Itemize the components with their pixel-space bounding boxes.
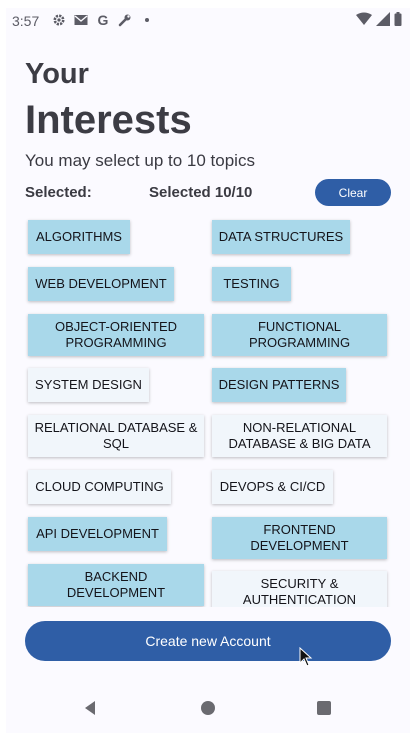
topic-chip[interactable]: API DEVELOPMENT [28, 517, 167, 551]
page-subtitle: You may select up to 10 topics [25, 151, 255, 170]
topic-chip[interactable]: BACKEND DEVELOPMENT [28, 564, 204, 606]
topic-label: NON-RELATIONAL DATABASE & BIG DATA [228, 420, 371, 451]
topic-label: BACKEND DEVELOPMENT [66, 569, 166, 600]
status-time: 3:57 [12, 13, 40, 29]
system-icons [356, 12, 402, 29]
notification-icons: G [51, 11, 155, 29]
back-icon[interactable] [79, 697, 101, 719]
topic-chip[interactable]: SECURITY & AUTHENTICATION [212, 571, 387, 607]
topic-chip[interactable]: DATA STRUCTURES [212, 220, 350, 254]
clear-button[interactable]: Clear [315, 179, 391, 206]
battery-icon [394, 12, 402, 29]
status-bar: 3:57 G [6, 8, 410, 34]
topic-label: FUNCTIONAL PROGRAMMING [248, 319, 351, 350]
navigation-bar [6, 684, 410, 733]
signal-icon [376, 12, 390, 29]
topic-chip[interactable]: NON-RELATIONAL DATABASE & BIG DATA [212, 415, 387, 457]
wifi-icon [356, 12, 372, 29]
selected-count: Selected 10/10 [149, 184, 253, 201]
page-title-line2: Interests [25, 98, 192, 142]
gear-icon [51, 12, 67, 28]
dot-icon [139, 12, 155, 28]
topic-label: ALGORITHMS [36, 229, 122, 244]
topic-label: CLOUD COMPUTING [35, 479, 164, 494]
mouse-pointer-icon [299, 646, 313, 667]
topic-chip[interactable]: FRONTEND DEVELOPMENT [212, 517, 387, 559]
topic-chip[interactable]: WEB DEVELOPMENT [28, 267, 174, 301]
topic-chip[interactable]: TESTING [212, 267, 291, 301]
topic-label: SYSTEM DESIGN [35, 377, 142, 392]
topic-chip[interactable]: FUNCTIONAL PROGRAMMING [212, 314, 387, 356]
topic-chip[interactable]: SYSTEM DESIGN [28, 368, 149, 402]
create-account-button[interactable]: Create new Account [25, 621, 391, 661]
topic-grid: ALGORITHMS DATA STRUCTURES WEB DEVELOPME… [6, 214, 410, 607]
app-screen: 3:57 G Your Interests You may select up … [6, 8, 410, 733]
home-icon[interactable] [197, 697, 219, 719]
topic-label: DATA STRUCTURES [218, 229, 344, 244]
topic-chip[interactable]: DESIGN PATTERNS [212, 368, 346, 402]
recents-icon[interactable] [313, 697, 335, 719]
selected-label: Selected: [25, 184, 92, 201]
mail-icon [73, 12, 89, 28]
topic-label: OBJECT-ORIENTED PROGRAMMING [54, 319, 178, 350]
topic-label: DEVOPS & CI/CD [219, 479, 326, 494]
topic-label: FRONTEND DEVELOPMENT [250, 522, 349, 553]
wrench-icon [117, 12, 133, 28]
page-title-line1: Your [25, 58, 89, 90]
topic-label: RELATIONAL DATABASE & SQL [34, 420, 198, 451]
google-icon: G [97, 12, 109, 28]
topic-label: API DEVELOPMENT [36, 526, 159, 541]
topic-chip[interactable]: OBJECT-ORIENTED PROGRAMMING [28, 314, 204, 356]
topic-chip[interactable]: DEVOPS & CI/CD [212, 470, 333, 504]
topic-chip[interactable]: RELATIONAL DATABASE & SQL [28, 415, 204, 457]
topic-label: WEB DEVELOPMENT [35, 276, 167, 291]
topic-chip[interactable]: ALGORITHMS [28, 220, 130, 254]
topic-label: DESIGN PATTERNS [218, 377, 340, 392]
topic-label: SECURITY & AUTHENTICATION [242, 576, 357, 607]
topic-label: TESTING [223, 276, 280, 291]
topic-chip[interactable]: CLOUD COMPUTING [28, 470, 171, 504]
